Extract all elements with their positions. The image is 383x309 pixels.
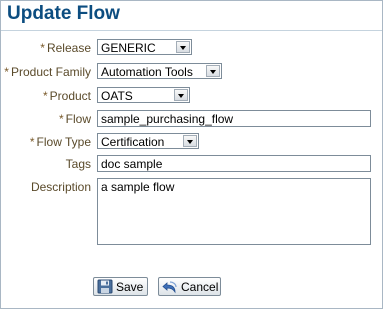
- cancel-button[interactable]: Cancel: [158, 277, 221, 296]
- required-marker: *: [29, 135, 35, 149]
- tags-row: Tags doc sample: [1, 155, 382, 173]
- undo-arrow-icon: [162, 281, 177, 294]
- flow-type-row: * Flow Type Certification: [1, 133, 382, 151]
- chevron-down-icon[interactable]: [206, 65, 220, 77]
- required-marker: *: [42, 89, 48, 103]
- cancel-button-label: Cancel: [181, 280, 219, 294]
- required-marker: *: [40, 41, 45, 55]
- release-label: * Release: [40, 41, 91, 55]
- chevron-down-icon[interactable]: [176, 41, 190, 53]
- product-label: * Product: [43, 89, 91, 103]
- save-button-label: Save: [116, 280, 144, 294]
- required-marker: *: [58, 112, 64, 126]
- product-row: * Product OATS: [1, 87, 382, 105]
- product-family-label: * Product Family: [4, 65, 91, 79]
- product-family-label-text: Product Family: [10, 65, 91, 79]
- product-family-value: Automation Tools: [101, 65, 193, 79]
- required-marker: *: [4, 65, 9, 79]
- save-button[interactable]: Save: [93, 277, 148, 296]
- flow-row: * Flow sample_purchasing_flow: [1, 110, 382, 128]
- product-family-select[interactable]: Automation Tools: [97, 63, 222, 79]
- description-row: Description a sample flow: [1, 178, 382, 246]
- release-label-text: Release: [46, 41, 91, 55]
- chevron-down-icon[interactable]: [183, 135, 197, 147]
- tags-label: Tags: [65, 157, 91, 171]
- description-textarea[interactable]: a sample flow: [97, 178, 371, 245]
- dialog-title: Update Flow: [7, 3, 120, 24]
- product-select[interactable]: OATS: [97, 87, 190, 103]
- product-label-text: Product: [49, 89, 91, 103]
- flow-type-select[interactable]: Certification: [97, 133, 199, 149]
- flow-type-label-text: Flow Type: [36, 135, 91, 149]
- flow-input[interactable]: sample_purchasing_flow: [97, 110, 371, 127]
- release-row: * Release GENERIC: [1, 39, 382, 57]
- flow-type-label: * Flow Type: [30, 135, 91, 149]
- tags-input[interactable]: doc sample: [97, 155, 371, 172]
- flow-label-text: Flow: [65, 112, 91, 126]
- release-select[interactable]: GENERIC: [97, 39, 192, 55]
- update-flow-dialog: Update Flow * Release GENERIC * Product Fa…: [0, 0, 383, 309]
- release-value: GENERIC: [101, 41, 156, 55]
- flow-type-value: Certification: [101, 135, 165, 149]
- flow-label: * Flow: [59, 112, 91, 126]
- description-label: Description: [30, 180, 91, 194]
- product-family-row: * Product Family Automation Tools: [1, 63, 382, 81]
- chevron-down-icon[interactable]: [174, 89, 188, 101]
- title-divider: [1, 30, 382, 31]
- product-value: OATS: [101, 89, 133, 103]
- floppy-disk-icon: [97, 279, 113, 294]
